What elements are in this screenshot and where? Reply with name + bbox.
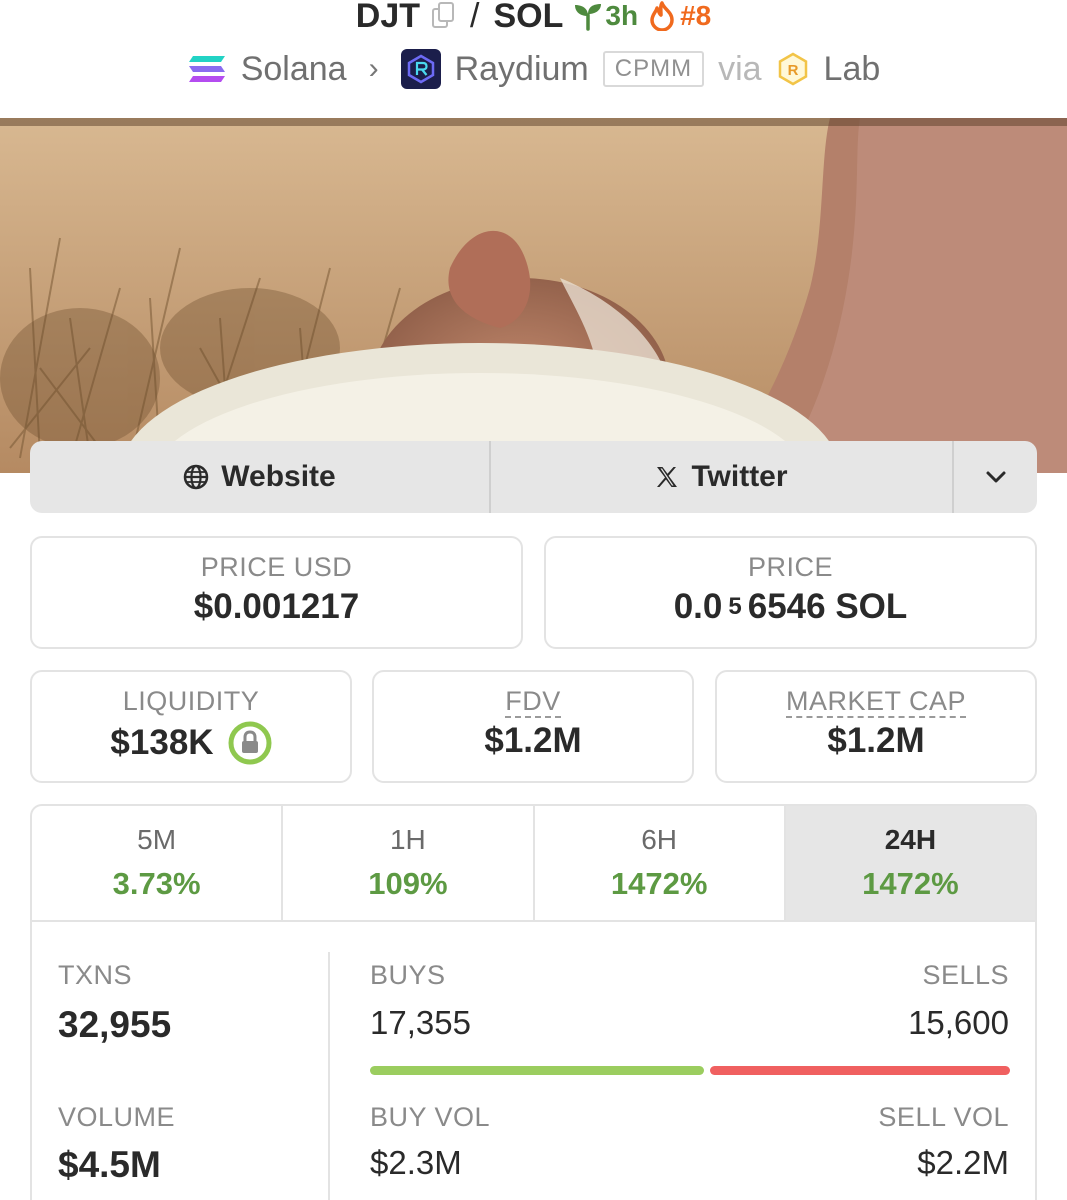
svg-text:R: R: [787, 62, 798, 79]
website-label: Website: [221, 460, 336, 493]
pair-separator: /: [470, 0, 480, 35]
more-links-button[interactable]: [954, 441, 1037, 513]
volume-value: $4.5M: [58, 1144, 161, 1185]
timeframe-tabs: 5M 3.73% 1H 109% 6H 1472% 24H 1472%: [32, 806, 1035, 922]
price-native-card: PRICE 0.0 5 6546 SOL: [544, 536, 1037, 649]
tab-change: 1472%: [610, 866, 708, 901]
buys-label: BUYS: [370, 960, 446, 990]
market-cap-label[interactable]: MARKET CAP: [785, 686, 967, 718]
launchpad-name[interactable]: Lab: [824, 50, 881, 89]
chevron-down-icon: [986, 471, 1005, 483]
token-banner-image: [0, 118, 1067, 473]
pair-age-text: 3h: [605, 0, 639, 31]
pool-type-badge: CPMM: [602, 51, 705, 87]
buys-bar: [370, 1066, 704, 1075]
price-native-label: PRICE: [747, 552, 834, 582]
globe-icon: [184, 464, 209, 490]
dex-name[interactable]: Raydium: [455, 50, 589, 89]
fdv-value: $1.2M: [484, 721, 582, 760]
x-logo-icon: [657, 467, 678, 487]
buy-vol-label: BUY VOL: [370, 1102, 491, 1132]
raydium-logo-icon: [400, 49, 441, 89]
tab-label: 6H: [641, 824, 678, 855]
tab-6h[interactable]: 6H 1472%: [535, 806, 786, 920]
liquidity-row: $138K: [32, 721, 350, 765]
buy-vol-value: $2.3M: [370, 1144, 462, 1181]
txns-label: TXNS: [58, 960, 133, 990]
website-button[interactable]: Website: [30, 441, 491, 513]
trending-rank-text: #8: [680, 0, 712, 31]
tab-label: 5M: [137, 824, 177, 855]
sells-bar: [710, 1066, 1010, 1075]
copy-icon[interactable]: [430, 2, 456, 30]
tab-label: 1H: [389, 824, 426, 855]
banner-illustration: [0, 118, 1067, 473]
lab-logo-icon: R: [778, 52, 807, 86]
price-usd-card: PRICE USD $0.001217: [30, 536, 523, 649]
tab-1h[interactable]: 1H 109%: [283, 806, 535, 920]
pair-header: DJT / SOL 3h #8 Solana › Raydium CPMM vi…: [0, 0, 1067, 118]
liquidity-value: $138K: [110, 723, 214, 762]
pair-title-row: DJT / SOL 3h #8: [0, 0, 1067, 40]
price-native-prefix: 0.0: [673, 587, 723, 626]
buys-value: 17,355: [370, 1004, 471, 1041]
fdv-card: FDV $1.2M: [372, 670, 694, 783]
price-usd-label: PRICE USD: [200, 552, 353, 582]
base-token-symbol: DJT: [355, 0, 421, 35]
social-links-bar: Website Twitter: [30, 441, 1037, 513]
tab-change: 1472%: [862, 866, 959, 901]
price-native-zero-count: 5: [728, 593, 742, 620]
twitter-button[interactable]: Twitter: [491, 441, 954, 513]
sells-value: 15,600: [908, 1004, 1009, 1041]
tab-label: 24H: [884, 824, 937, 855]
metrics-divider: [328, 952, 330, 1200]
quote-token-symbol: SOL: [493, 0, 564, 35]
chevron-right-icon: ›: [368, 52, 379, 85]
market-cap-card: MARKET CAP $1.2M: [715, 670, 1037, 783]
market-cap-label-wrap: MARKET CAP: [717, 686, 1035, 718]
price-native-value: 0.0 5 6546 SOL: [546, 587, 1035, 627]
pair-age: 3h: [573, 0, 638, 32]
txns-value: 32,955: [58, 1004, 172, 1045]
via-label: via: [718, 49, 762, 88]
sell-vol-label: SELL VOL: [878, 1102, 1009, 1132]
price-usd-value: $0.001217: [193, 587, 360, 626]
fdv-label-wrap: FDV: [374, 686, 692, 718]
market-cap-value: $1.2M: [827, 721, 925, 760]
solana-logo-icon: [188, 56, 225, 82]
tab-change: 3.73%: [112, 866, 201, 901]
timeframe-stats-panel: 5M 3.73% 1H 109% 6H 1472% 24H 1472% TXNS…: [30, 804, 1037, 1200]
liquidity-card: LIQUIDITY $138K: [30, 670, 352, 783]
fdv-label[interactable]: FDV: [505, 686, 561, 718]
tab-24h[interactable]: 24H 1472%: [785, 806, 1035, 920]
sells-label: SELLS: [922, 960, 1009, 990]
volume-label: VOLUME: [58, 1102, 176, 1132]
lock-icon[interactable]: [228, 721, 272, 765]
chain-name[interactable]: Solana: [241, 50, 347, 89]
fire-icon: [650, 1, 674, 31]
twitter-label: Twitter: [691, 460, 788, 493]
tab-change: 109%: [368, 866, 448, 901]
trending-rank[interactable]: #8: [648, 0, 711, 32]
pair-route: Solana › Raydium CPMM via R Lab: [0, 46, 1067, 92]
liquidity-label: LIQUIDITY: [122, 686, 260, 716]
trade-metrics: TXNS 32,955 BUYS 17,355 SELLS 15,600 VOL…: [32, 922, 1035, 1200]
price-native-suffix: 6546 SOL: [747, 587, 908, 626]
sell-vol-value: $2.2M: [917, 1144, 1009, 1181]
sprout-icon: [575, 4, 602, 31]
tab-5m[interactable]: 5M 3.73%: [32, 806, 284, 920]
